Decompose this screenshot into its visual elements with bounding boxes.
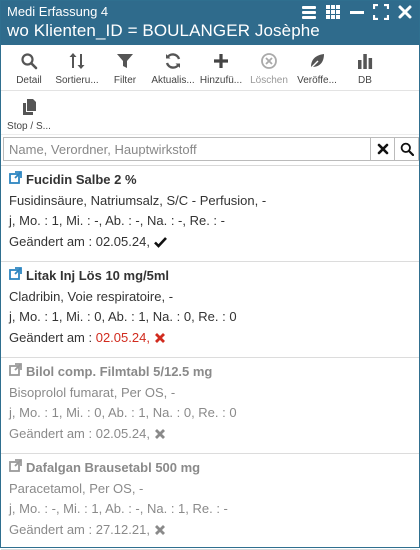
minimize-icon[interactable] — [349, 4, 365, 20]
sort-icon — [68, 51, 86, 71]
search-icon — [20, 51, 38, 71]
changed-row: Geändert am : 02.05.24, — [9, 232, 411, 255]
clear-icon — [377, 143, 388, 155]
sort-label: Sortieru... — [55, 75, 99, 86]
item-title: Dafalgan Brausetabl 500 mg — [9, 458, 411, 479]
changed-label: Geändert am : — [9, 521, 96, 537]
window-controls — [301, 3, 413, 21]
item-title: Litak Inj Lös 10 mg/5ml — [9, 266, 411, 287]
refresh-label: Aktualis... — [151, 75, 195, 86]
cross-icon — [154, 426, 166, 447]
toolbar: Detail Sortieru... Filter Aktualis... Hi… — [1, 45, 419, 91]
changed-row: Geändert am : 27.12.21, — [9, 520, 411, 543]
list-item[interactable]: Litak Inj Lös 10 mg/5ml Cladribin, Voie … — [1, 262, 419, 358]
medication-name: Bilol comp. Filmtabl 5/12.5 mg — [26, 364, 213, 379]
changed-date: 02.05.24, — [95, 425, 150, 441]
close-icon[interactable] — [397, 4, 413, 20]
changed-date: 02.05.24, — [95, 233, 150, 249]
delete-button[interactable]: Löschen — [245, 45, 293, 90]
filter-button[interactable]: Filter — [101, 45, 149, 90]
external-link-icon[interactable] — [9, 458, 22, 479]
search-button[interactable] — [395, 137, 419, 161]
copy-icon — [20, 97, 38, 117]
filter-label: Filter — [113, 75, 137, 86]
title-bar: Medi Erfassung 4 wo Klienten_ID = BOULAN… — [1, 1, 419, 45]
db-button[interactable]: DB — [341, 45, 389, 90]
delete-icon — [260, 51, 278, 71]
search-bar — [3, 137, 419, 163]
db-label: DB — [358, 75, 372, 86]
changed-date: 02.05.24, — [95, 329, 150, 345]
changed-date: 27.12.21, — [95, 521, 150, 537]
medication-details: Fusidinsäure, Natriumsalz, S/C - Perfusi… — [9, 192, 267, 208]
cross-icon — [154, 522, 166, 543]
medication-name: Litak Inj Lös 10 mg/5ml — [26, 268, 170, 283]
medication-dosage: j, Mo. : -, Mi. : 1, Ab. : -, Na. : 1, R… — [9, 501, 228, 516]
refresh-button[interactable]: Aktualis... — [149, 45, 197, 90]
changed-row: Geändert am : 02.05.24, — [9, 424, 411, 447]
medication-details: Paracetamol, Per OS, - — [9, 480, 144, 496]
search-icon — [400, 142, 414, 156]
search-input[interactable] — [3, 137, 371, 161]
medication-details: Cladribin, Voie respiratoire, - — [9, 288, 174, 304]
menu-icon[interactable] — [301, 4, 317, 20]
maximize-icon[interactable] — [372, 3, 390, 21]
detail-label: Detail — [16, 75, 42, 86]
filter-icon — [116, 51, 134, 71]
external-link-icon[interactable] — [9, 362, 22, 383]
add-button[interactable]: Hinzufü... — [197, 45, 245, 90]
grid-icon[interactable] — [325, 4, 341, 20]
app-window: Medi Erfassung 4 wo Klienten_ID = BOULAN… — [0, 0, 420, 550]
medication-details: Bisoprolol fumarat, Per OS, - — [9, 384, 176, 400]
changed-row: Geändert am : 02.05.24, — [9, 328, 411, 351]
external-link-icon[interactable] — [9, 170, 22, 191]
item-title: Bilol comp. Filmtabl 5/12.5 mg — [9, 362, 411, 383]
stop-label: Stop / S... — [7, 121, 51, 132]
bar-chart-icon — [356, 51, 374, 71]
changed-label: Geändert am : — [9, 425, 96, 441]
check-icon — [154, 234, 167, 255]
medication-name: Fucidin Salbe 2 % — [26, 172, 137, 187]
window-subtitle: wo Klienten_ID = BOULANGER Josèphe — [7, 21, 320, 40]
leaf-icon — [308, 51, 326, 71]
app-title: Medi Erfassung 4 — [7, 4, 109, 19]
changed-label: Geändert am : — [9, 329, 96, 345]
external-link-icon[interactable] — [9, 266, 22, 287]
list-item[interactable]: Bilol comp. Filmtabl 5/12.5 mg Bisoprolo… — [1, 358, 419, 454]
toolbar-second-row: Stop / S... — [1, 91, 419, 135]
item-title: Fucidin Salbe 2 % — [9, 170, 411, 191]
publish-button[interactable]: Veröffe... — [293, 45, 341, 90]
changed-label: Geändert am : — [9, 233, 96, 249]
medication-list: Fucidin Salbe 2 % Fusidinsäure, Natriums… — [1, 165, 419, 550]
cross-icon — [154, 330, 166, 351]
delete-label: Löschen — [250, 75, 288, 86]
medication-dosage: j, Mo. : 1, Mi. : 0, Ab. : 1, Na. : 0, R… — [9, 309, 237, 324]
medication-dosage: j, Mo. : 1, Mi. : -, Ab. : -, Na. : -, R… — [9, 213, 225, 228]
medication-dosage: j, Mo. : 1, Mi. : 0, Ab. : 1, Na. : 0, R… — [9, 405, 237, 420]
medication-name: Dafalgan Brausetabl 500 mg — [26, 460, 201, 475]
list-item[interactable]: Dafalgan Brausetabl 500 mg Paracetamol, … — [1, 454, 419, 550]
stop-button[interactable]: Stop / S... — [5, 91, 53, 134]
refresh-icon — [164, 51, 182, 71]
clear-search-button[interactable] — [371, 137, 395, 161]
add-label: Hinzufü... — [199, 75, 243, 86]
publish-label: Veröffe... — [297, 75, 337, 86]
list-item[interactable]: Fucidin Salbe 2 % Fusidinsäure, Natriums… — [1, 166, 419, 262]
sort-button[interactable]: Sortieru... — [53, 45, 101, 90]
plus-icon — [212, 51, 230, 71]
detail-button[interactable]: Detail — [5, 45, 53, 90]
